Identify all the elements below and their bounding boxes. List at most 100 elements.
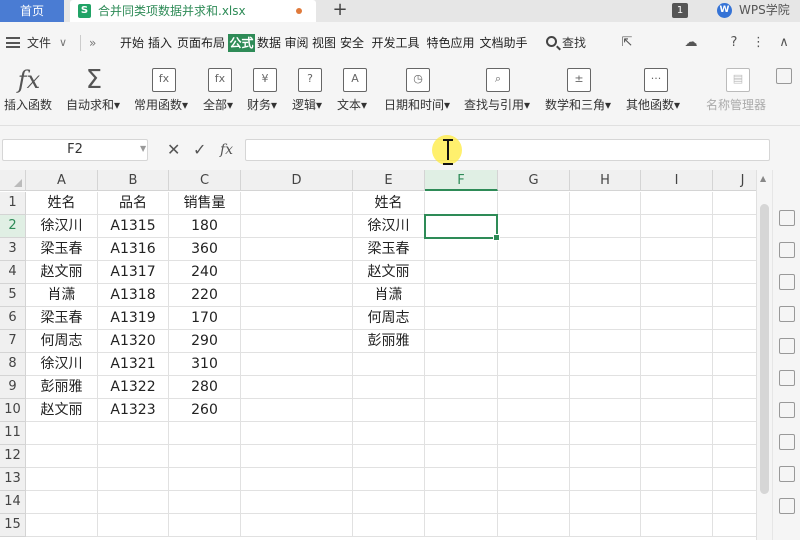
common-functions-button[interactable]: fx 常用函数▾ bbox=[134, 64, 196, 126]
panel-tool-icon[interactable] bbox=[779, 306, 795, 322]
cancel-icon[interactable]: ✕ bbox=[167, 139, 180, 161]
cell-h12[interactable] bbox=[570, 445, 641, 468]
cell-e12[interactable] bbox=[353, 445, 425, 468]
cell-c14[interactable] bbox=[169, 491, 241, 514]
scrollbar-thumb[interactable] bbox=[760, 204, 769, 494]
cell-c6[interactable]: 170 bbox=[169, 307, 241, 330]
menu-developer[interactable]: 开发工具 bbox=[369, 34, 422, 52]
cell-a6[interactable]: 梁玉春 bbox=[26, 307, 98, 330]
all-functions-button[interactable]: fx 全部▾ bbox=[203, 64, 239, 126]
cell-e5[interactable]: 肖潇 bbox=[353, 284, 425, 307]
column-header-h[interactable]: H bbox=[570, 170, 641, 191]
cell-h13[interactable] bbox=[570, 468, 641, 491]
cell-b3[interactable]: A1316 bbox=[98, 238, 169, 261]
menu-features[interactable]: 特色应用 bbox=[424, 34, 477, 52]
cell-g1[interactable] bbox=[498, 192, 570, 215]
cell-b12[interactable] bbox=[98, 445, 169, 468]
name-box[interactable]: F2 bbox=[2, 139, 148, 161]
panel-tool-icon[interactable] bbox=[779, 274, 795, 290]
cell-e15[interactable] bbox=[353, 514, 425, 537]
row-header-12[interactable]: 12 bbox=[0, 445, 26, 468]
cell-c5[interactable]: 220 bbox=[169, 284, 241, 307]
cell-f6[interactable] bbox=[425, 307, 498, 330]
cell-a4[interactable]: 赵文丽 bbox=[26, 261, 98, 284]
autosum-button[interactable]: Σ 自动求和▾ bbox=[64, 64, 126, 126]
finance-functions-button[interactable]: ¥ 财务▾ bbox=[247, 64, 285, 126]
panel-tool-icon[interactable] bbox=[779, 434, 795, 450]
column-header-e[interactable]: E bbox=[353, 170, 425, 191]
cell-h8[interactable] bbox=[570, 353, 641, 376]
cell-h11[interactable] bbox=[570, 422, 641, 445]
cell-i4[interactable] bbox=[641, 261, 713, 284]
menu-doc-assistant[interactable]: 文档助手 bbox=[477, 34, 530, 52]
cell-a10[interactable]: 赵文丽 bbox=[26, 399, 98, 422]
cell-b8[interactable]: A1321 bbox=[98, 353, 169, 376]
cell-b2[interactable]: A1315 bbox=[98, 215, 169, 238]
cell-h1[interactable] bbox=[570, 192, 641, 215]
cell-f14[interactable] bbox=[425, 491, 498, 514]
window-count-badge[interactable]: 1 bbox=[672, 3, 688, 18]
cell-c4[interactable]: 240 bbox=[169, 261, 241, 284]
datetime-functions-button[interactable]: ◷ 日期和时间▾ bbox=[384, 64, 458, 126]
column-header-j[interactable]: J bbox=[713, 170, 756, 191]
cell-d3[interactable] bbox=[241, 238, 353, 261]
cell-b11[interactable] bbox=[98, 422, 169, 445]
cell-a5[interactable]: 肖潇 bbox=[26, 284, 98, 307]
cell-g9[interactable] bbox=[498, 376, 570, 399]
row-header-11[interactable]: 11 bbox=[0, 422, 26, 445]
row-header-10[interactable]: 10 bbox=[0, 399, 26, 422]
row-header-14[interactable]: 14 bbox=[0, 491, 26, 514]
share-icon[interactable]: ⇱ bbox=[618, 33, 636, 53]
text-functions-button[interactable]: A 文本▾ bbox=[337, 64, 375, 126]
cell-a8[interactable]: 徐汉川 bbox=[26, 353, 98, 376]
cell-a7[interactable]: 何周志 bbox=[26, 330, 98, 353]
cell-h15[interactable] bbox=[570, 514, 641, 537]
cell-j14[interactable] bbox=[713, 491, 756, 514]
cell-h10[interactable] bbox=[570, 399, 641, 422]
cell-h7[interactable] bbox=[570, 330, 641, 353]
cell-f4[interactable] bbox=[425, 261, 498, 284]
cell-b7[interactable]: A1320 bbox=[98, 330, 169, 353]
cell-h14[interactable] bbox=[570, 491, 641, 514]
cell-b10[interactable]: A1323 bbox=[98, 399, 169, 422]
cell-b6[interactable]: A1319 bbox=[98, 307, 169, 330]
cell-g7[interactable] bbox=[498, 330, 570, 353]
cell-i11[interactable] bbox=[641, 422, 713, 445]
cell-g12[interactable] bbox=[498, 445, 570, 468]
cell-b4[interactable]: A1317 bbox=[98, 261, 169, 284]
cell-h4[interactable] bbox=[570, 261, 641, 284]
cell-i12[interactable] bbox=[641, 445, 713, 468]
cell-f15[interactable] bbox=[425, 514, 498, 537]
more-icon[interactable]: ⋮ bbox=[752, 33, 765, 53]
row-header-6[interactable]: 6 bbox=[0, 307, 26, 330]
cell-c12[interactable] bbox=[169, 445, 241, 468]
cell-i2[interactable] bbox=[641, 215, 713, 238]
tab-file[interactable]: S 合并同类项数据并求和.xlsx bbox=[70, 0, 316, 22]
cell-b14[interactable] bbox=[98, 491, 169, 514]
cell-b5[interactable]: A1318 bbox=[98, 284, 169, 307]
cell-d15[interactable] bbox=[241, 514, 353, 537]
file-menu[interactable]: 文件 bbox=[27, 22, 51, 64]
panel-tool-icon[interactable] bbox=[779, 210, 795, 226]
column-header-g[interactable]: G bbox=[498, 170, 570, 191]
new-tab-button[interactable]: + bbox=[330, 0, 350, 22]
cell-d13[interactable] bbox=[241, 468, 353, 491]
cell-d7[interactable] bbox=[241, 330, 353, 353]
panel-tool-icon[interactable] bbox=[779, 242, 795, 258]
cell-c7[interactable]: 290 bbox=[169, 330, 241, 353]
cell-b15[interactable] bbox=[98, 514, 169, 537]
cell-f9[interactable] bbox=[425, 376, 498, 399]
tab-home[interactable]: 首页 bbox=[0, 0, 64, 22]
logic-functions-button[interactable]: ? 逻辑▾ bbox=[292, 64, 330, 126]
cell-d4[interactable] bbox=[241, 261, 353, 284]
cell-j8[interactable] bbox=[713, 353, 756, 376]
cell-j6[interactable] bbox=[713, 307, 756, 330]
cell-e9[interactable] bbox=[353, 376, 425, 399]
row-header-5[interactable]: 5 bbox=[0, 284, 26, 307]
cell-f11[interactable] bbox=[425, 422, 498, 445]
cell-i3[interactable] bbox=[641, 238, 713, 261]
cell-c8[interactable]: 310 bbox=[169, 353, 241, 376]
cell-g15[interactable] bbox=[498, 514, 570, 537]
name-manager-button[interactable]: ▤ 名称管理器 bbox=[704, 64, 768, 126]
cell-j10[interactable] bbox=[713, 399, 756, 422]
